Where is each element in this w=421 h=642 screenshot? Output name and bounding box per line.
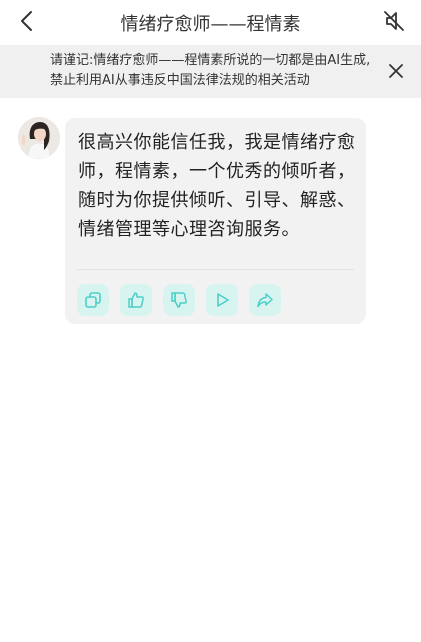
chat-screen: 情绪疗愈师——程情素 请谨记:情绪疗愈师——程情素所说的一切都是由AI生成,禁止…	[0, 0, 421, 642]
divider	[77, 269, 354, 270]
share-icon	[257, 293, 273, 308]
back-button[interactable]	[14, 8, 40, 34]
copy-button[interactable]	[77, 284, 109, 316]
close-banner-button[interactable]	[383, 58, 409, 84]
speaker-muted-icon	[384, 11, 404, 31]
page-title: 情绪疗愈师——程情素	[120, 14, 301, 35]
ai-disclaimer-banner: 请谨记:情绪疗愈师——程情素所说的一切都是由AI生成,禁止利用AI从事违反中国法…	[0, 45, 421, 98]
dislike-button[interactable]	[163, 284, 195, 316]
play-button[interactable]	[206, 284, 238, 316]
copy-icon	[85, 292, 101, 308]
message-actions	[77, 284, 281, 316]
close-icon	[389, 64, 403, 78]
disclaimer-text: 请谨记:情绪疗愈师——程情素所说的一切都是由AI生成,禁止利用AI从事违反中国法…	[50, 53, 371, 88]
chevron-left-icon	[21, 11, 32, 31]
mute-button[interactable]	[381, 8, 407, 34]
avatar-image	[18, 117, 60, 159]
thumbs-up-icon	[128, 292, 144, 308]
message-text: 很高兴你能信任我，我是情绪疗愈师，程情素，一个优秀的倾听者，随时为你提供倾听、引…	[78, 132, 356, 240]
assistant-avatar[interactable]	[18, 117, 60, 159]
like-button[interactable]	[120, 284, 152, 316]
share-button[interactable]	[249, 284, 281, 316]
thumbs-down-icon	[171, 292, 187, 308]
assistant-message-bubble: 很高兴你能信任我，我是情绪疗愈师，程情素，一个优秀的倾听者，随时为你提供倾听、引…	[65, 118, 366, 324]
play-icon	[217, 293, 229, 307]
top-bar: 情绪疗愈师——程情素	[0, 0, 421, 44]
